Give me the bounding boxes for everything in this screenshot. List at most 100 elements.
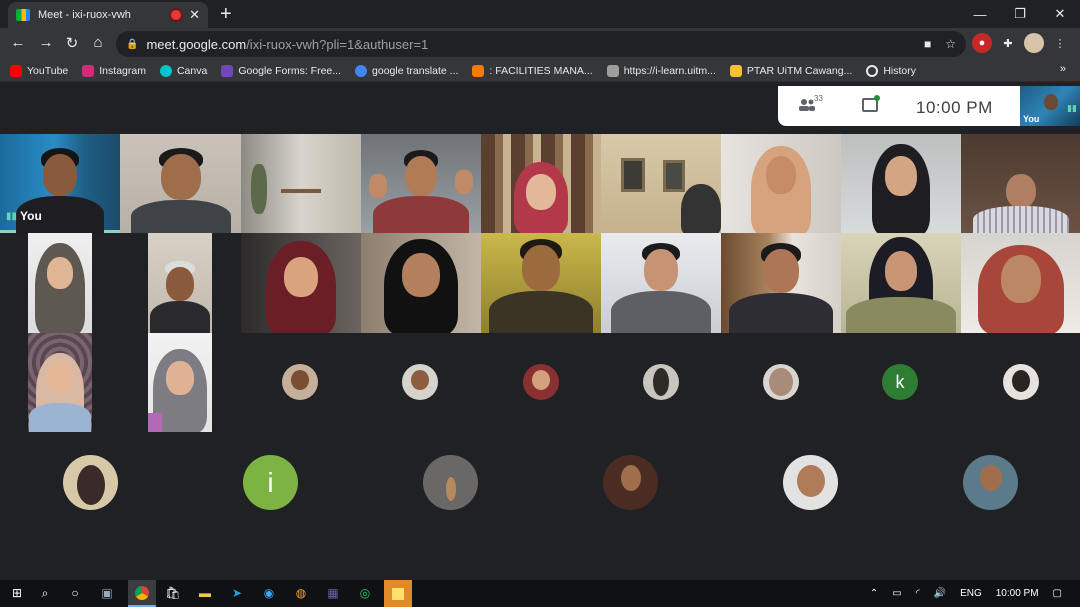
store-icon[interactable]: 🛍	[164, 584, 182, 602]
participant-avatar[interactable]	[282, 364, 318, 400]
video-tile[interactable]	[148, 233, 212, 333]
video-tile[interactable]	[601, 233, 721, 333]
meet-tab[interactable]: Meet - ixi-ruox-vwh ✕	[8, 2, 208, 28]
restore-button[interactable]: ❐	[1000, 0, 1040, 28]
wifi-icon[interactable]: ◜	[916, 588, 920, 599]
participant-count: 33	[814, 94, 823, 103]
video-tile[interactable]	[961, 134, 1080, 233]
task-view-icon[interactable]: ▣	[98, 584, 116, 602]
meet-grid: 33 10:00 PM ▮▮ You ▮▮ You k i	[0, 83, 1080, 580]
participant-avatar[interactable]	[402, 364, 438, 400]
sticky-notes-icon[interactable]	[384, 580, 412, 607]
whatsapp-icon[interactable]: ◎	[356, 584, 374, 602]
home-icon[interactable]: ⌂	[88, 34, 108, 51]
window-controls: — ❐ ✕	[960, 0, 1080, 28]
video-tile[interactable]	[361, 233, 481, 333]
video-tile[interactable]	[841, 233, 961, 333]
video-tile[interactable]	[241, 134, 361, 233]
bookmark-google-forms[interactable]: Google Forms: Free...	[221, 64, 341, 77]
video-tile[interactable]	[28, 333, 92, 432]
extension-drop-icon[interactable]: ●	[972, 33, 992, 53]
participant-face	[43, 154, 77, 196]
tab-title: Meet - ixi-ruox-vwh	[38, 9, 131, 21]
speaking-indicator-icon: ▮▮	[6, 211, 18, 222]
google-icon	[355, 64, 368, 77]
bookmark-canva[interactable]: Canva	[159, 64, 207, 77]
url-host: meet.google.com	[146, 36, 247, 52]
chevron-up-icon[interactable]: ⌃	[870, 588, 878, 599]
language-indicator[interactable]: ENG	[960, 588, 982, 599]
video-tile[interactable]	[721, 134, 841, 233]
bookmark-facilities[interactable]: : FACILITIES MANA...	[472, 64, 593, 77]
bookmark-history[interactable]: History	[866, 64, 916, 77]
video-tile[interactable]	[241, 233, 361, 333]
participant-avatar[interactable]	[643, 364, 679, 400]
participant-avatar[interactable]	[523, 364, 559, 400]
facilities-icon	[472, 64, 485, 77]
reload-icon[interactable]: ↻	[62, 34, 82, 52]
bookmark-ptar[interactable]: PTAR UiTM Cawang...	[729, 64, 852, 77]
video-tile[interactable]	[601, 134, 721, 233]
chrome-taskbar-icon[interactable]	[128, 580, 156, 607]
telegram-icon[interactable]: ➤	[228, 584, 246, 602]
bookmark-i-learn[interactable]: https://i-learn.uitm...	[606, 64, 716, 77]
bookmarks-bar: YouTube Instagram Canva Google Forms: Fr…	[0, 60, 1080, 82]
video-tile[interactable]	[28, 233, 92, 333]
close-window-button[interactable]: ✕	[1040, 0, 1080, 28]
self-tile-label: You	[20, 209, 42, 223]
participant-avatar[interactable]	[763, 364, 799, 400]
participant-avatar[interactable]	[423, 455, 478, 510]
notifications-icon[interactable]: ▢	[1053, 588, 1062, 599]
tablet-icon[interactable]: ▭	[892, 588, 901, 599]
forward-arrow-icon[interactable]: →	[36, 34, 56, 51]
volume-icon[interactable]: 🔊	[934, 588, 946, 599]
extensions-puzzle-icon[interactable]: ✚	[998, 33, 1018, 53]
video-tile-self[interactable]: ▮▮ You	[0, 134, 120, 233]
youtube-icon	[10, 64, 22, 77]
more-bookmarks-button[interactable]: »	[1060, 63, 1066, 75]
video-tile[interactable]	[120, 134, 241, 233]
taskbar-clock[interactable]: 10:00 PM	[996, 588, 1039, 599]
video-tile[interactable]	[361, 134, 481, 233]
recording-indicator-icon	[171, 10, 182, 20]
participant-avatar-i[interactable]: i	[243, 455, 298, 510]
teams-icon[interactable]: ▦	[324, 584, 342, 602]
camera-in-use-icon[interactable]: ■	[924, 37, 931, 51]
video-tile[interactable]	[481, 233, 601, 333]
chrome-alt-icon[interactable]: ◍	[292, 584, 310, 602]
video-tile[interactable]	[148, 333, 212, 432]
video-tile[interactable]	[961, 233, 1080, 333]
participant-avatar-k[interactable]: k	[882, 364, 918, 400]
search-icon[interactable]: ⌕	[36, 584, 54, 602]
chat-notification-dot	[874, 95, 880, 101]
google-forms-icon	[221, 64, 234, 77]
address-bar[interactable]: 🔒 meet.google.com /ixi-ruox-vwh?pli=1&au…	[116, 31, 966, 57]
video-tile[interactable]	[841, 134, 961, 233]
avatar-letter: k	[895, 371, 905, 392]
bookmark-instagram[interactable]: Instagram	[82, 64, 146, 77]
participant-avatar[interactable]	[783, 455, 838, 510]
bookmark-google-translate[interactable]: google translate ...	[355, 64, 458, 77]
windows-start-icon[interactable]: ⊞	[8, 584, 26, 602]
browser-menu-icon[interactable]: ⋮	[1050, 33, 1070, 53]
participant-avatar[interactable]	[63, 455, 118, 510]
system-tray: ⌃ ▭ ◜ 🔊 ENG 10:00 PM ▢	[870, 580, 1080, 607]
lock-icon: 🔒	[126, 38, 139, 50]
instagram-icon	[82, 64, 95, 77]
cortana-icon[interactable]: ○	[66, 584, 84, 602]
video-tile[interactable]	[721, 233, 841, 333]
participant-avatar[interactable]	[1003, 364, 1039, 400]
bookmark-star-icon[interactable]: ☆	[945, 37, 956, 51]
tab-close-button[interactable]: ✕	[189, 7, 200, 23]
back-arrow-icon[interactable]: ←	[8, 34, 28, 51]
self-view-thumbnail[interactable]: ▮▮ You	[1020, 86, 1080, 126]
new-tab-button[interactable]: +	[220, 4, 232, 24]
file-explorer-icon[interactable]: ▬	[196, 584, 214, 602]
participant-avatar[interactable]	[963, 455, 1018, 510]
participant-avatar[interactable]	[603, 455, 658, 510]
bookmark-youtube[interactable]: YouTube	[10, 64, 68, 77]
profile-avatar-icon[interactable]	[1024, 33, 1044, 53]
minimize-button[interactable]: —	[960, 0, 1000, 28]
edge-icon[interactable]: ◉	[260, 584, 278, 602]
video-tile[interactable]	[481, 134, 601, 233]
